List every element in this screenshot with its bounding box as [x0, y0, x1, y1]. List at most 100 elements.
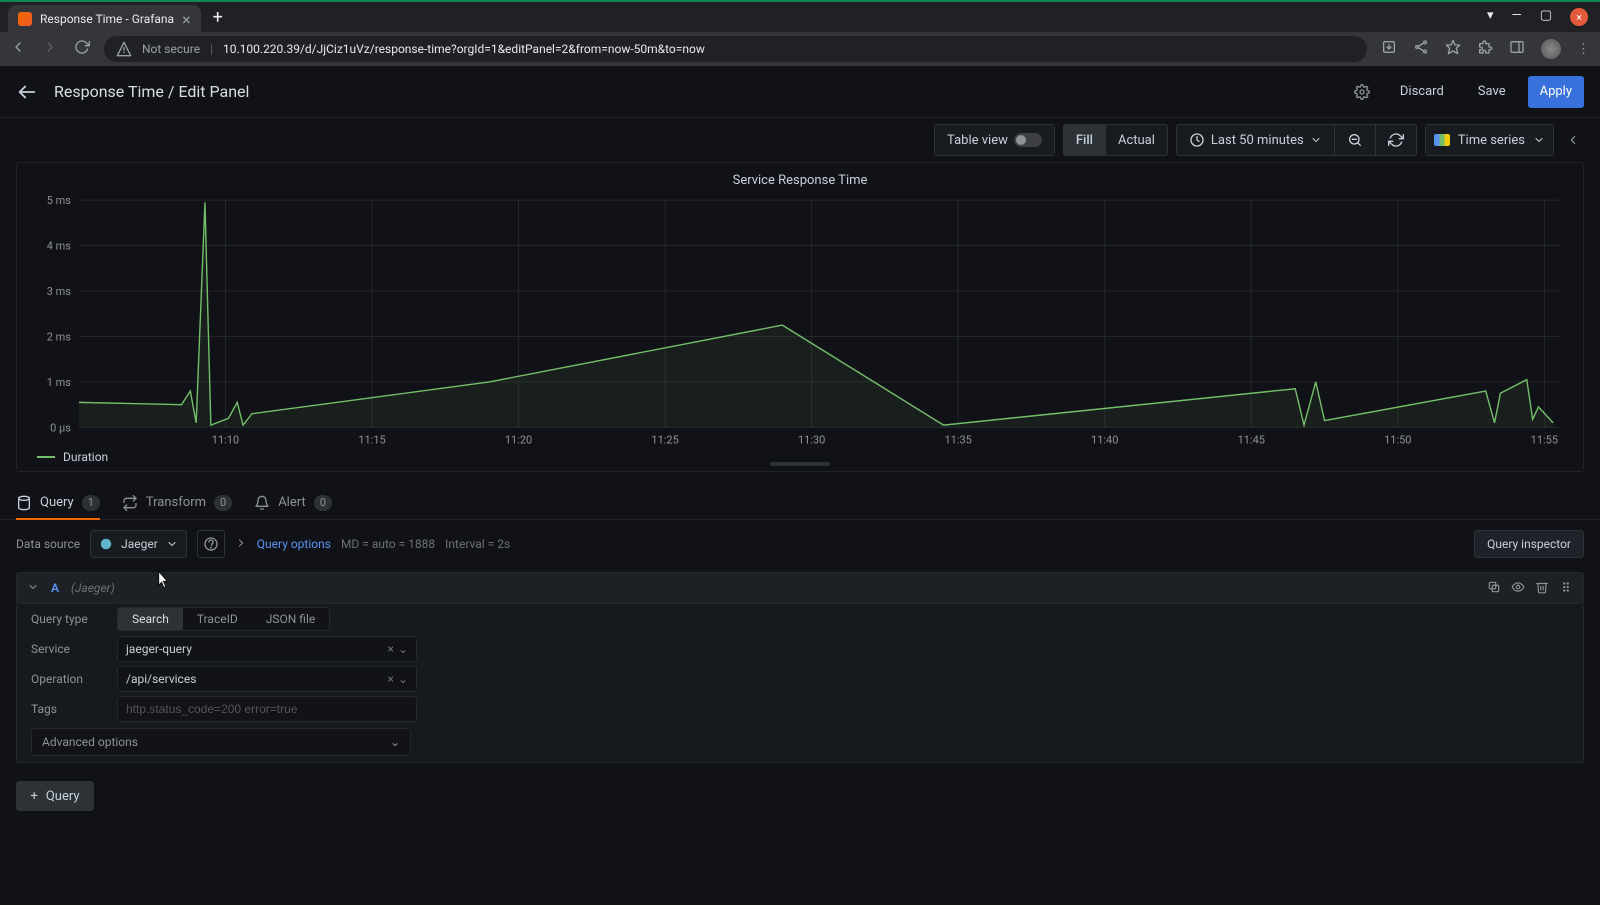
tags-label: Tags — [17, 702, 117, 716]
tab-transform[interactable]: Transform 0 — [122, 486, 232, 519]
jaeger-icon — [99, 537, 113, 551]
table-view-switch[interactable] — [1014, 133, 1042, 147]
time-range-picker[interactable]: Last 50 minutes — [1176, 124, 1417, 156]
service-select[interactable]: jaeger-query × ⌄ — [117, 636, 417, 662]
panel-type-label: Time series — [1458, 133, 1525, 148]
zoom-out-button[interactable] — [1334, 125, 1375, 155]
delete-query-icon[interactable] — [1535, 580, 1549, 597]
line-chart[interactable]: 11:1011:1511:2011:2511:3011:3511:4011:45… — [31, 194, 1569, 448]
window-close-icon[interactable]: × — [1570, 8, 1588, 26]
grafana-favicon — [18, 12, 32, 26]
tab-transform-count: 0 — [214, 495, 232, 511]
panel-type-picker[interactable]: Time series — [1425, 124, 1554, 156]
query-type-search[interactable]: Search — [118, 608, 183, 630]
browser-address-bar: Not secure | 10.100.220.39/d/JjCiz1uVz/r… — [0, 32, 1600, 66]
chevron-down-icon[interactable]: ⌄ — [398, 672, 408, 686]
svg-text:2 ms: 2 ms — [47, 330, 71, 343]
star-icon[interactable] — [1445, 39, 1461, 59]
collapse-options-button[interactable] — [1562, 133, 1584, 147]
install-app-icon[interactable] — [1381, 39, 1397, 59]
svg-text:11:20: 11:20 — [505, 434, 532, 447]
clear-service-icon[interactable]: × — [384, 642, 398, 656]
resize-handle[interactable] — [770, 462, 830, 466]
apply-button[interactable]: Apply — [1528, 76, 1584, 108]
tab-alert-count: 0 — [314, 495, 332, 511]
side-panel-icon[interactable] — [1509, 39, 1525, 59]
query-md-meta: MD = auto = 1888 — [341, 537, 435, 551]
service-value: jaeger-query — [126, 642, 192, 656]
url-input[interactable]: Not secure | 10.100.220.39/d/JjCiz1uVz/r… — [104, 36, 1367, 62]
duplicate-query-icon[interactable] — [1487, 580, 1501, 597]
query-type-label: Query type — [17, 612, 117, 626]
chrome-menu-icon[interactable]: ⋮ — [1577, 42, 1590, 57]
discard-button[interactable]: Discard — [1388, 76, 1456, 108]
add-query-button[interactable]: + Query — [16, 781, 94, 811]
service-label: Service — [17, 642, 117, 656]
time-range-label: Last 50 minutes — [1211, 133, 1304, 148]
drag-query-icon[interactable] — [1559, 580, 1573, 597]
tags-input[interactable] — [117, 696, 417, 722]
profile-avatar[interactable] — [1541, 39, 1561, 59]
maximize-icon[interactable]: ▢ — [1540, 8, 1552, 26]
back-arrow-icon[interactable] — [16, 81, 38, 103]
query-letter: A — [51, 581, 59, 595]
query-type-jsonfile[interactable]: JSON file — [252, 608, 329, 630]
database-icon — [16, 495, 32, 511]
plus-icon: + — [30, 789, 37, 804]
tab-query[interactable]: Query 1 — [16, 486, 100, 519]
svg-text:11:30: 11:30 — [798, 434, 825, 447]
reload-icon[interactable] — [74, 39, 90, 59]
svg-text:0 µs: 0 µs — [50, 421, 71, 434]
clear-operation-icon[interactable]: × — [384, 672, 398, 686]
chevron-down-icon — [1533, 134, 1545, 146]
svg-text:11:15: 11:15 — [358, 434, 385, 447]
browser-tab-strip: Response Time - Grafana × + ▾ — ▢ × — [0, 0, 1600, 32]
query-options-expand[interactable] — [235, 537, 247, 552]
share-icon[interactable] — [1413, 39, 1429, 59]
advanced-options-toggle[interactable]: Advanced options ⌄ — [31, 728, 411, 756]
query-row-header[interactable]: A (Jaeger) — [16, 572, 1584, 604]
back-icon[interactable] — [10, 39, 26, 59]
query-type-traceid[interactable]: TraceID — [183, 608, 252, 630]
browser-tab[interactable]: Response Time - Grafana × — [8, 5, 201, 33]
query-inspector-button[interactable]: Query inspector — [1474, 530, 1584, 558]
query-editor: A (Jaeger) Query type Search TraceID JSO… — [16, 572, 1584, 763]
datasource-label: Data source — [16, 537, 80, 551]
query-source-name: (Jaeger) — [71, 581, 115, 595]
fill-actual-segmented[interactable]: Fill Actual — [1063, 124, 1168, 156]
grafana-app: Response Time / Edit Panel Discard Save … — [0, 66, 1600, 905]
datasource-help-button[interactable] — [197, 530, 225, 558]
toggle-visibility-icon[interactable] — [1511, 580, 1525, 597]
editor-tabs: Query 1 Transform 0 Alert 0 — [0, 486, 1600, 520]
bell-icon — [254, 495, 270, 511]
chevron-down-icon[interactable]: ⌄ — [398, 642, 408, 656]
refresh-button[interactable] — [1375, 125, 1416, 155]
collapse-query-icon[interactable] — [27, 581, 39, 596]
extensions-icon[interactable] — [1477, 39, 1493, 59]
svg-text:11:35: 11:35 — [945, 434, 972, 447]
svg-text:1 ms: 1 ms — [47, 376, 71, 389]
tab-alert-label: Alert — [278, 495, 306, 510]
page-title: Response Time / Edit Panel — [54, 82, 249, 101]
datasource-picker[interactable]: Jaeger — [90, 530, 187, 558]
settings-button[interactable] — [1346, 76, 1378, 108]
tab-search-icon[interactable]: ▾ — [1487, 8, 1494, 26]
chevron-down-icon: ⌄ — [390, 735, 400, 749]
operation-label: Operation — [17, 672, 117, 686]
editor-header: Response Time / Edit Panel Discard Save … — [0, 66, 1600, 118]
svg-text:11:10: 11:10 — [212, 434, 239, 447]
save-button[interactable]: Save — [1466, 76, 1518, 108]
minimize-icon[interactable]: — — [1512, 8, 1522, 26]
operation-select[interactable]: /api/services × ⌄ — [117, 666, 417, 692]
close-tab-icon[interactable]: × — [182, 10, 191, 29]
actual-option[interactable]: Actual — [1105, 125, 1167, 155]
new-tab-button[interactable]: + — [213, 7, 223, 28]
forward-icon[interactable] — [42, 39, 58, 59]
fill-option[interactable]: Fill — [1064, 125, 1105, 155]
tab-query-label: Query — [40, 495, 74, 510]
tab-alert[interactable]: Alert 0 — [254, 486, 332, 519]
time-series-icon — [1434, 134, 1450, 146]
table-view-toggle[interactable]: Table view — [934, 124, 1055, 156]
chart-panel: Service Response Time 11:1011:1511:2011:… — [16, 162, 1584, 472]
query-options-link[interactable]: Query options — [257, 537, 331, 551]
